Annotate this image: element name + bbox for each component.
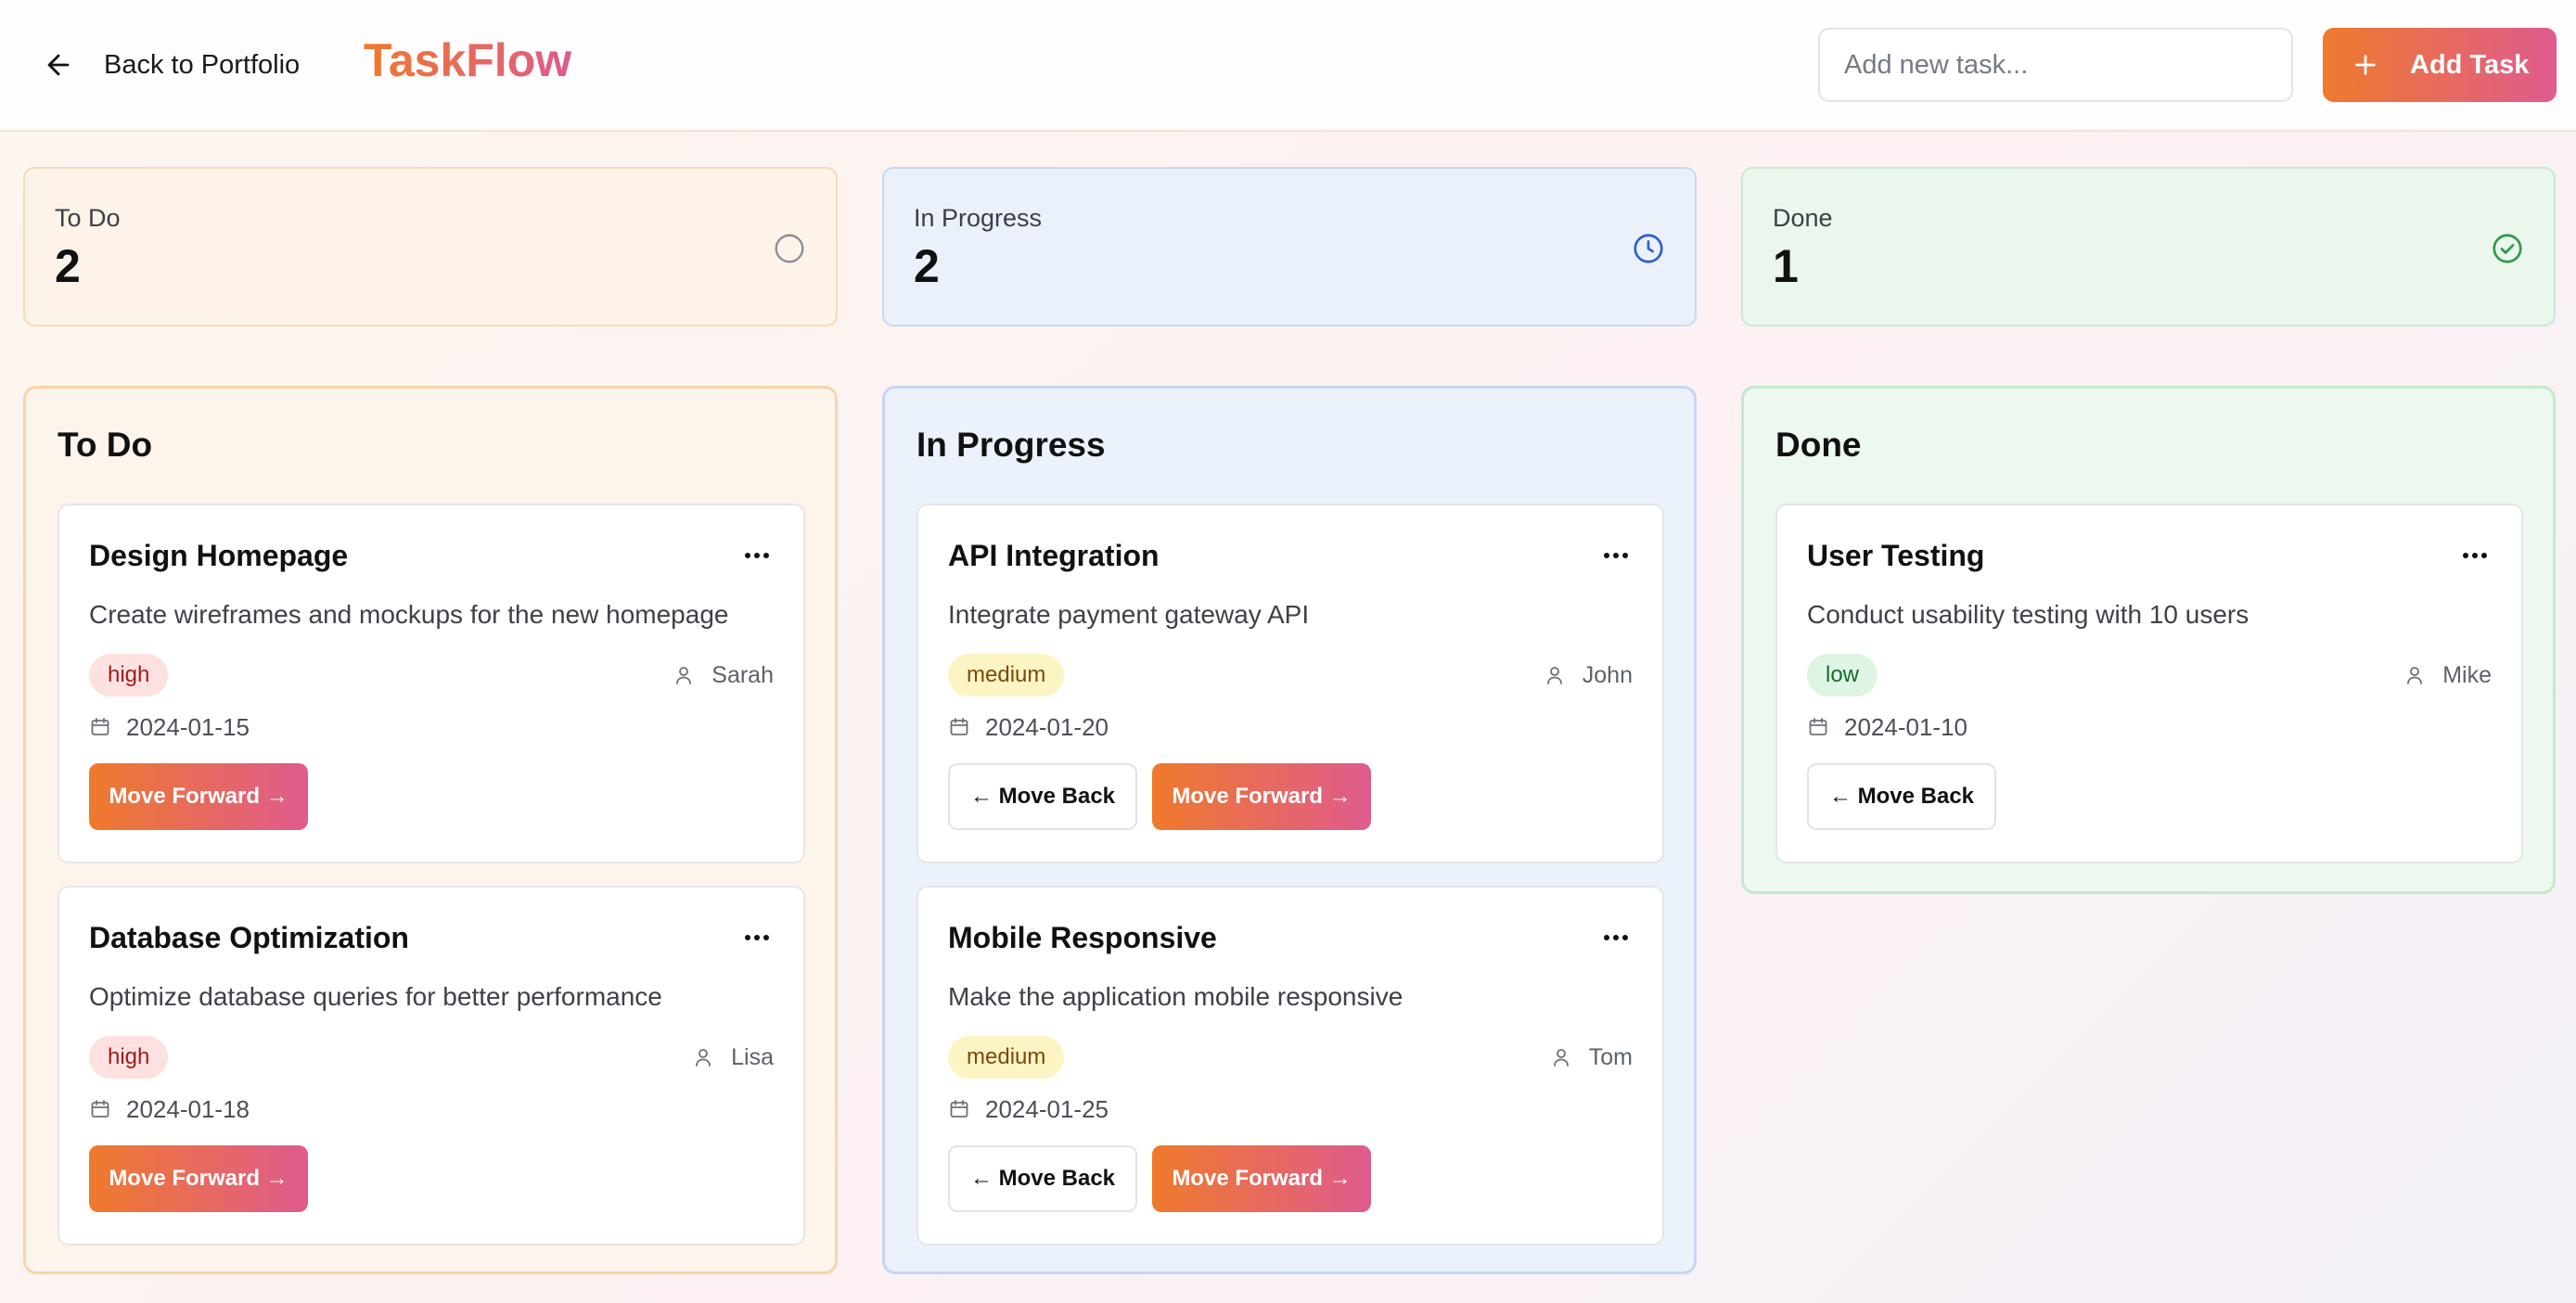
due-date-value: 2024-01-18 (126, 1094, 250, 1123)
task-card[interactable]: Database Optimization Optimize database … (58, 886, 805, 1246)
move-back-button[interactable]: ← Move Back (948, 763, 1137, 830)
calendar-icon (1809, 718, 1827, 735)
column-title: To Do (58, 426, 153, 464)
arrow-left-icon (47, 54, 70, 76)
column-title: Done (1775, 426, 1862, 464)
back-link-label: Back to Portfolio (104, 49, 301, 80)
task-title: Database Optimization (89, 921, 409, 954)
summary-card-done: Done 1 (1741, 167, 2556, 326)
more-options-icon[interactable] (1599, 546, 1633, 565)
back-to-portfolio-link[interactable]: Back to Portfolio (43, 41, 300, 89)
move-forward-button[interactable]: Move Forward → (89, 1145, 308, 1212)
move-forward-button[interactable]: Move Forward → (1152, 1145, 1371, 1212)
task-description: Optimize database queries for better per… (89, 982, 662, 1011)
priority-badge: low (1807, 654, 1878, 696)
app-logo: TaskFlow (364, 34, 572, 86)
user-icon (1546, 667, 1562, 684)
assignee: John (1544, 659, 1633, 691)
new-task-input[interactable] (1818, 28, 2293, 102)
summary-label: In Progress (914, 204, 1043, 232)
more-options-icon[interactable] (740, 928, 774, 947)
more-options-icon[interactable] (740, 546, 774, 565)
column-title: In Progress (916, 426, 1106, 464)
summary-count: 1 (1773, 240, 1799, 292)
task-card[interactable]: Design Homepage Create wireframes and mo… (58, 504, 805, 863)
user-icon (696, 1049, 711, 1067)
assignee: Tom (1550, 1041, 1633, 1073)
column-todo: To Do Design Homepage Create wireframes … (23, 386, 838, 1274)
priority-badge: medium (948, 1036, 1065, 1079)
assignee: Sarah (673, 659, 774, 691)
add-task-label: Add Task (2410, 49, 2530, 80)
due-date: 2024-01-10 (1807, 711, 1967, 743)
more-options-icon[interactable] (1599, 928, 1633, 947)
calendar-icon (91, 1100, 109, 1118)
calendar-icon (91, 718, 109, 735)
calendar-icon (950, 718, 968, 735)
clock-icon (1634, 234, 1663, 263)
assignee-name: Sarah (711, 661, 774, 688)
move-forward-button[interactable]: Move Forward → (89, 763, 308, 830)
assignee: Lisa (692, 1041, 774, 1073)
column-done: Done User Testing Conduct usability test… (1741, 386, 2556, 894)
move-back-button[interactable]: ← Move Back (948, 1145, 1137, 1212)
task-card[interactable]: API Integration Integrate payment gatewa… (916, 504, 1664, 863)
column-in-progress: In Progress API Integration Integrate pa… (882, 386, 1697, 1274)
priority-badge: high (89, 654, 169, 696)
assignee-name: Lisa (731, 1043, 774, 1070)
assignee: Mike (2403, 659, 2492, 691)
due-date: 2024-01-20 (948, 711, 1109, 743)
summary-card-in-progress: In Progress 2 (882, 167, 1697, 326)
due-date: 2024-01-15 (89, 711, 250, 743)
due-date-value: 2024-01-25 (985, 1094, 1109, 1123)
task-description: Conduct usability testing with 10 users (1807, 600, 2249, 629)
circle-icon (775, 234, 804, 263)
task-description: Make the application mobile responsive (948, 982, 1403, 1011)
task-title: API Integration (948, 539, 1160, 572)
task-description: Integrate payment gateway API (948, 600, 1310, 629)
user-icon (2407, 667, 2423, 684)
due-date-value: 2024-01-15 (126, 712, 250, 741)
summary-label: Done (1773, 204, 1833, 232)
summary-card-todo: To Do 2 (23, 167, 838, 326)
priority-badge: medium (948, 654, 1065, 696)
priority-badge: high (89, 1036, 169, 1079)
task-card[interactable]: User Testing Conduct usability testing w… (1775, 504, 2523, 863)
summary-count: 2 (914, 240, 940, 292)
due-date-value: 2024-01-10 (1844, 712, 1967, 741)
task-title: User Testing (1807, 539, 1985, 572)
move-forward-button[interactable]: Move Forward → (1152, 763, 1371, 830)
more-options-icon[interactable] (2458, 546, 2492, 565)
due-date: 2024-01-18 (89, 1093, 250, 1125)
add-task-button[interactable]: Add Task (2323, 28, 2557, 102)
task-title: Design Homepage (89, 539, 349, 572)
move-back-button[interactable]: ← Move Back (1807, 763, 1996, 830)
task-title: Mobile Responsive (948, 921, 1217, 954)
due-date-value: 2024-01-20 (985, 712, 1109, 741)
summary-count: 2 (55, 240, 81, 292)
calendar-icon (950, 1100, 968, 1118)
top-bar: Back to Portfolio TaskFlow Add Task (0, 0, 2576, 132)
task-card[interactable]: Mobile Responsive Make the application m… (916, 886, 1664, 1246)
summary-label: To Do (55, 204, 121, 232)
due-date: 2024-01-25 (948, 1093, 1109, 1125)
task-description: Create wireframes and mockups for the ne… (89, 600, 729, 629)
plus-icon (2355, 55, 2376, 75)
assignee-name: Mike (2442, 661, 2492, 688)
assignee-name: John (1582, 661, 1633, 688)
assignee-name: Tom (1588, 1043, 1633, 1070)
user-icon (1553, 1049, 1569, 1067)
check-circle-icon (2493, 234, 2522, 263)
user-icon (676, 667, 692, 684)
